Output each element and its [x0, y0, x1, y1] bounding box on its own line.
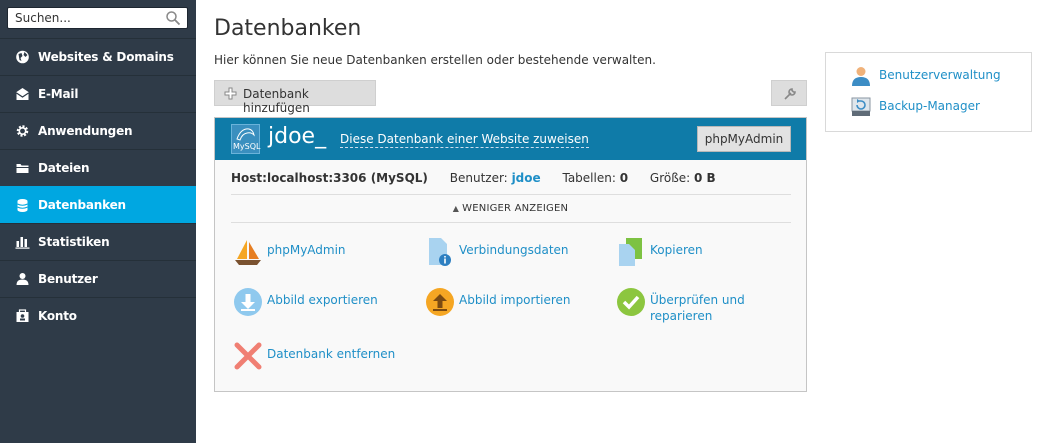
database-header: MySQL jdoe_ Diese Datenbank einer Websit…	[215, 118, 806, 160]
show-less-toggle[interactable]: ▲ WENIGER ANZEIGEN	[215, 203, 806, 214]
action-label: phpMyAdmin	[267, 243, 346, 257]
user-link[interactable]: jdoe	[512, 171, 541, 185]
sidebar-item-benutzer[interactable]: Benutzer	[0, 260, 196, 297]
database-icon	[17, 199, 28, 212]
action-label: Abbild exportieren	[267, 293, 378, 307]
upload-icon	[426, 288, 454, 316]
globe-icon	[16, 50, 29, 64]
sidebar: Suchen... Websites & Domains E-Mail Anwe…	[0, 0, 196, 443]
show-less-label: WENIGER ANZEIGEN	[462, 203, 569, 214]
divider	[231, 222, 791, 223]
main-content: Datenbanken Hier können Sie neue Datenba…	[196, 0, 1045, 443]
sidebar-item-anwendungen[interactable]: Anwendungen	[0, 112, 196, 149]
copy-icon	[619, 238, 642, 266]
sidebar-item-datenbanken[interactable]: Datenbanken	[0, 186, 196, 223]
bar-chart-icon	[15, 237, 30, 249]
action-label: Kopieren	[650, 243, 703, 257]
database-name: jdoe_	[268, 124, 327, 149]
assign-website-link[interactable]: Diese Datenbank einer Website zuweisen	[340, 132, 589, 148]
sidebar-item-label: Websites & Domains	[38, 50, 174, 64]
sidebar-item-label: Dateien	[38, 161, 90, 175]
sidebar-item-konto[interactable]: Konto	[0, 297, 196, 334]
sidebar-item-label: Datenbanken	[38, 198, 126, 212]
sidebar-item-label: E-Mail	[38, 87, 79, 101]
action-label: Datenbank entfernen	[267, 347, 396, 361]
sidebar-item-email[interactable]: E-Mail	[0, 75, 196, 112]
link-label: Benutzerverwaltung	[879, 68, 1001, 82]
sidebar-item-label: Benutzer	[38, 272, 98, 286]
size-value: 0 B	[694, 171, 716, 185]
user-icon	[16, 273, 29, 285]
add-database-button[interactable]: Datenbank hinzufügen	[214, 80, 376, 115]
check-icon	[617, 288, 645, 316]
download-icon	[234, 288, 262, 316]
tables-value: 0	[619, 171, 629, 185]
sidebar-item-websites[interactable]: Websites & Domains	[0, 38, 196, 75]
gear-icon	[16, 125, 29, 137]
backup-icon	[851, 97, 871, 116]
envelope-icon	[16, 88, 29, 100]
document-info-icon	[429, 238, 451, 266]
action-label: Überprüfen und reparieren	[650, 293, 745, 323]
folder-icon	[16, 164, 29, 173]
action-label: Abbild importieren	[459, 293, 571, 307]
user-label: Benutzer:	[449, 171, 508, 185]
page-title: Datenbanken	[214, 16, 362, 41]
add-database-label: Datenbank hinzufügen	[243, 87, 310, 115]
sidebar-item-label: Konto	[38, 309, 77, 323]
host-info: Host:localhost:3306 (MySQL)	[231, 171, 428, 185]
mysql-icon-text: MySQL	[233, 142, 261, 151]
sidebar-item-label: Anwendungen	[38, 124, 133, 138]
mysql-icon: MySQL	[231, 124, 260, 154]
user-icon	[852, 67, 870, 86]
link-label: Backup-Manager	[879, 99, 980, 113]
chevron-up-icon: ▲	[452, 204, 460, 213]
phpmyadmin-button[interactable]: phpMyAdmin	[697, 126, 791, 152]
sailboat-icon	[235, 240, 261, 265]
sidebar-item-statistiken[interactable]: Statistiken	[0, 223, 196, 260]
plus-icon	[224, 87, 237, 100]
sidebar-item-dateien[interactable]: Dateien	[0, 149, 196, 186]
sidebar-item-label: Statistiken	[38, 235, 110, 249]
wrench-icon	[784, 88, 796, 100]
account-icon	[16, 309, 29, 322]
divider	[231, 194, 791, 195]
tools-button[interactable]	[771, 80, 807, 106]
dolphin-icon	[236, 128, 255, 141]
remove-icon	[234, 342, 262, 370]
page-hint: Hier können Sie neue Datenbanken erstell…	[214, 53, 656, 67]
tables-label: Tabellen:	[562, 171, 616, 185]
tools-panel: Benutzerverwaltung Backup-Manager	[825, 52, 1032, 132]
search-icon[interactable]	[165, 10, 181, 26]
database-panel: MySQL jdoe_ Diese Datenbank einer Websit…	[214, 117, 807, 392]
search-field[interactable]: Suchen...	[7, 7, 188, 29]
action-label: Verbindungsdaten	[459, 243, 569, 257]
search-input[interactable]: Suchen...	[15, 11, 71, 25]
size-label: Größe:	[649, 171, 691, 185]
database-info: Host:localhost:3306 (MySQL) Benutzer: jd…	[231, 171, 716, 185]
sidebar-nav: Websites & Domains E-Mail Anwendungen Da…	[0, 38, 196, 334]
